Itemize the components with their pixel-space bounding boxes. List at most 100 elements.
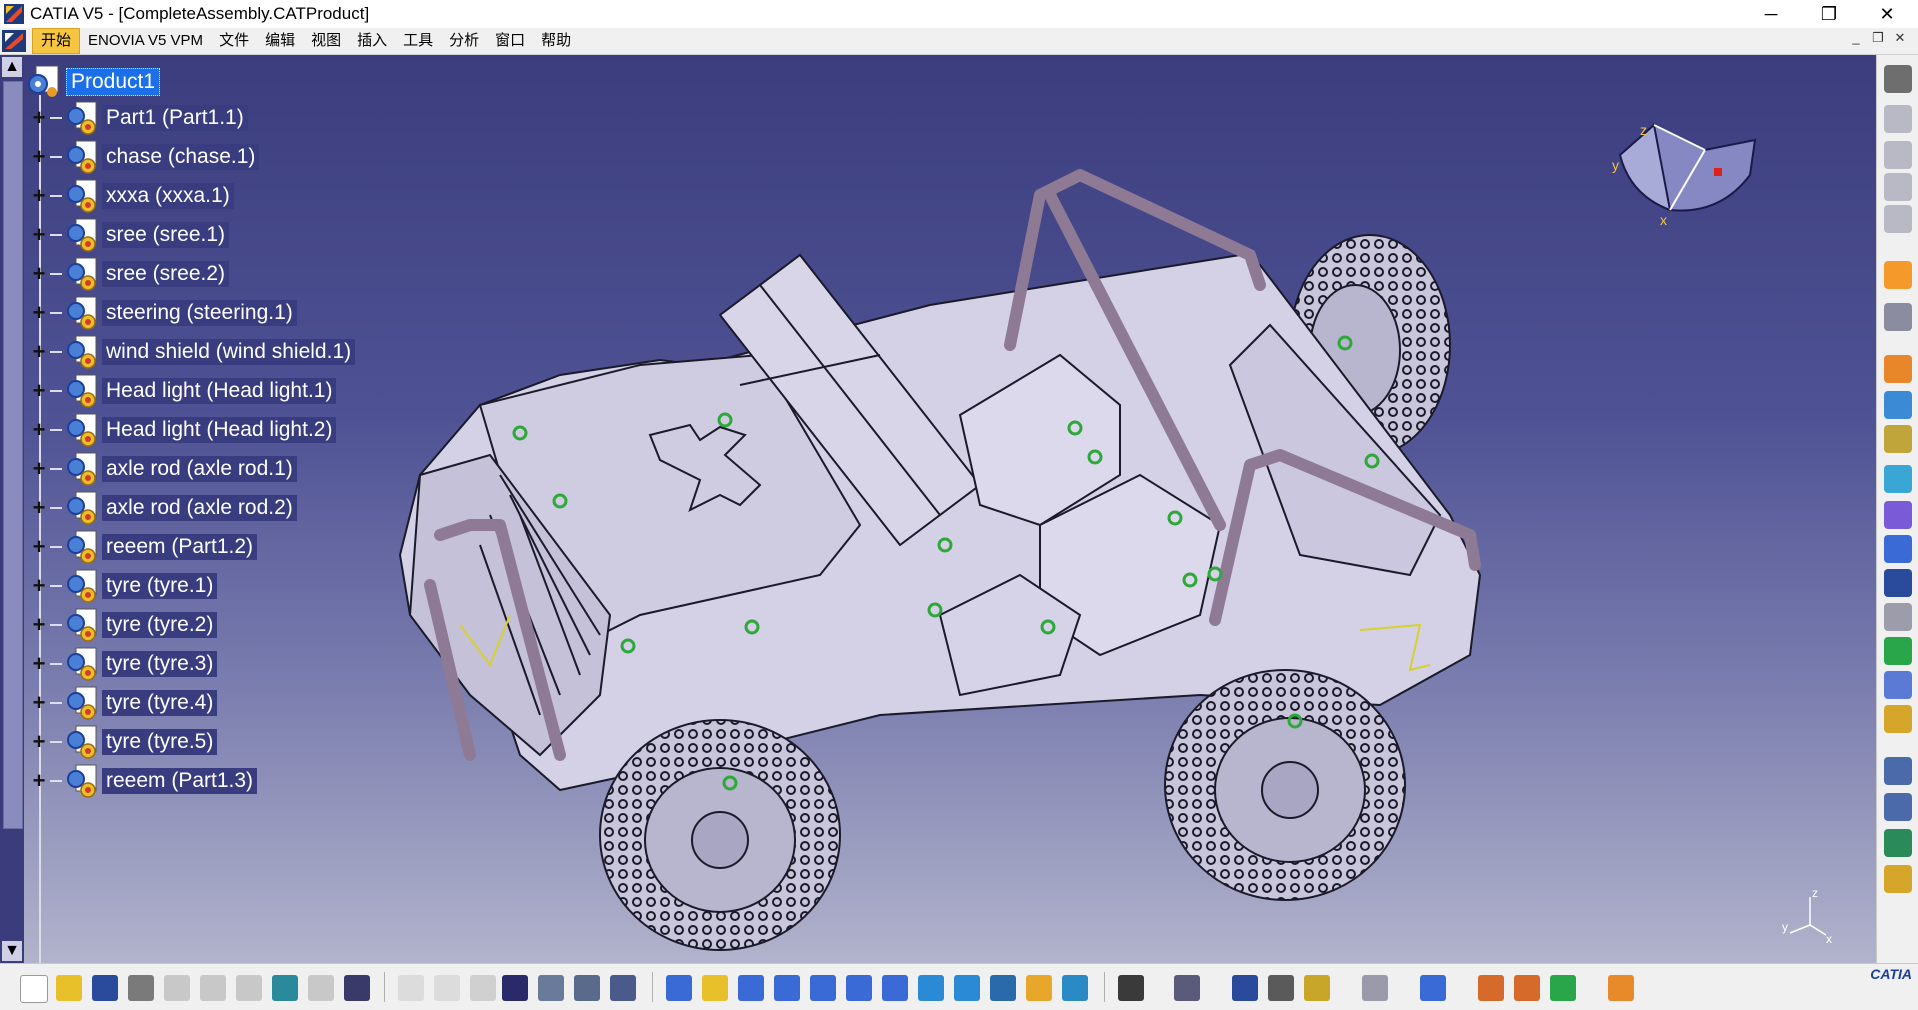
- expand-toggle[interactable]: +: [28, 612, 50, 638]
- expand-toggle[interactable]: +: [28, 144, 50, 170]
- gear-icon[interactable]: [1884, 355, 1912, 383]
- tree-item-label[interactable]: tyre (tyre.5): [102, 729, 218, 755]
- fly-icon[interactable]: [666, 975, 692, 1001]
- copy-icon[interactable]: [200, 975, 226, 1001]
- menu-tools[interactable]: 工具: [395, 29, 441, 53]
- snap-icon[interactable]: [1884, 501, 1912, 529]
- save-icon[interactable]: [92, 975, 118, 1001]
- tree-item-label[interactable]: reeem (Part1.2): [102, 534, 258, 560]
- assembly-gear-icon[interactable]: [1884, 65, 1912, 93]
- scroll-up-arrow[interactable]: ▲: [2, 57, 22, 77]
- tree-item[interactable]: + tyre (tyre.3): [28, 646, 218, 682]
- doc-minimize-button[interactable]: _: [1846, 30, 1866, 45]
- print-icon[interactable]: [128, 975, 154, 1001]
- expand-toggle[interactable]: +: [28, 222, 50, 248]
- normal-view-icon[interactable]: [882, 975, 908, 1001]
- fix-icon[interactable]: [1884, 829, 1912, 857]
- tree-item[interactable]: + reeem (Part1.2): [28, 529, 258, 565]
- weight-icon[interactable]: [1304, 975, 1330, 1001]
- rotate-icon[interactable]: [774, 975, 800, 1001]
- analysis-icon[interactable]: [1884, 757, 1912, 785]
- sheet-icon[interactable]: [1884, 173, 1912, 201]
- expand-toggle[interactable]: +: [28, 183, 50, 209]
- tree-item-label[interactable]: Head light (Head light.1): [102, 378, 337, 404]
- gear-icon[interactable]: [1884, 705, 1912, 733]
- tree-item[interactable]: + reeem (Part1.3): [28, 763, 258, 799]
- sheet-icon[interactable]: [1884, 205, 1912, 233]
- tree-item-label[interactable]: axle rod (axle rod.1): [102, 456, 297, 482]
- menu-enovia[interactable]: ENOVIA V5 VPM: [80, 29, 211, 53]
- new-icon[interactable]: [20, 975, 48, 1003]
- doc-close-button[interactable]: ✕: [1890, 30, 1910, 46]
- menu-window[interactable]: 窗口: [487, 29, 533, 53]
- tree-item-label[interactable]: tyre (tyre.1): [102, 573, 218, 599]
- tree-root-label[interactable]: Product1: [66, 68, 161, 96]
- expand-toggle[interactable]: +: [28, 768, 50, 794]
- tree-icon[interactable]: [538, 975, 564, 1001]
- redo-icon[interactable]: [308, 975, 334, 1001]
- menu-edit[interactable]: 编辑: [257, 29, 303, 53]
- replace-icon[interactable]: [1884, 465, 1912, 493]
- move-icon[interactable]: [1884, 303, 1912, 331]
- sheet-icon[interactable]: [1884, 141, 1912, 169]
- render-icon[interactable]: [990, 975, 1016, 1001]
- sphere-icon[interactable]: [1478, 975, 1504, 1001]
- doc-restore-button[interactable]: ❐: [1868, 30, 1888, 46]
- measure-icon[interactable]: [1232, 975, 1258, 1001]
- text-icon[interactable]: [1884, 603, 1912, 631]
- open-icon[interactable]: [56, 975, 82, 1001]
- expand-toggle[interactable]: +: [28, 690, 50, 716]
- refresh-icon[interactable]: [1362, 975, 1388, 1001]
- cube-view-icon[interactable]: [954, 975, 980, 1001]
- hide-icon[interactable]: [1026, 975, 1052, 1001]
- constraint-icon[interactable]: [1884, 535, 1912, 563]
- menu-start[interactable]: 开始: [32, 28, 81, 54]
- tree-item[interactable]: + wind shield (wind shield.1): [28, 334, 356, 370]
- catia-menu-icon[interactable]: [2, 30, 26, 52]
- tree-item-label[interactable]: Head light (Head light.2): [102, 417, 337, 443]
- tree-item[interactable]: + tyre (tyre.2): [28, 607, 218, 643]
- menu-insert[interactable]: 插入: [349, 29, 395, 53]
- table-icon[interactable]: [502, 975, 528, 1001]
- expand-toggle[interactable]: +: [28, 261, 50, 287]
- tree-item[interactable]: + steering (steering.1): [28, 295, 297, 331]
- paste-icon[interactable]: [236, 975, 262, 1001]
- rear-left-wheel[interactable]: [1164, 669, 1406, 901]
- tree-item[interactable]: + sree (sree.1): [28, 217, 230, 253]
- tree-item-label[interactable]: tyre (tyre.4): [102, 690, 218, 716]
- tree-item-label[interactable]: steering (steering.1): [102, 300, 297, 326]
- expand-toggle[interactable]: +: [28, 456, 50, 482]
- light-icon[interactable]: [470, 975, 496, 1001]
- tree-item-label[interactable]: xxxa (xxxa.1): [102, 183, 234, 209]
- list-icon[interactable]: [610, 975, 636, 1001]
- 3d-viewport[interactable]: ▲ ▼ Product1 + Part1 (Part1.1) + chase (…: [0, 55, 1876, 963]
- front-left-wheel[interactable]: [599, 719, 841, 951]
- tree-item-label[interactable]: sree (sree.1): [102, 222, 230, 248]
- comment-icon[interactable]: [434, 975, 460, 1001]
- swap-icon[interactable]: [1062, 975, 1088, 1001]
- restore-button[interactable]: ❐: [1806, 0, 1852, 28]
- layer-icon[interactable]: [1884, 637, 1912, 665]
- tree-item[interactable]: + axle rod (axle rod.1): [28, 451, 297, 487]
- expand-toggle[interactable]: +: [28, 573, 50, 599]
- expand-toggle[interactable]: +: [28, 534, 50, 560]
- tree-item-label[interactable]: tyre (tyre.2): [102, 612, 218, 638]
- menu-file[interactable]: 文件: [211, 29, 257, 53]
- tree-item-label[interactable]: tyre (tyre.3): [102, 651, 218, 677]
- formula-icon[interactable]: [398, 975, 424, 1001]
- sheet-icon[interactable]: [1884, 671, 1912, 699]
- tree-item[interactable]: + Part1 (Part1.1): [28, 100, 248, 136]
- catia-app-icon[interactable]: [4, 4, 24, 24]
- gear-icon[interactable]: [1884, 391, 1912, 419]
- tree-item-label[interactable]: Part1 (Part1.1): [102, 105, 248, 131]
- sphere-icon[interactable]: [1514, 975, 1540, 1001]
- tree-item-label[interactable]: chase (chase.1): [102, 144, 260, 170]
- menu-analyze[interactable]: 分析: [441, 29, 487, 53]
- help-icon[interactable]: [344, 975, 370, 1001]
- expand-toggle[interactable]: +: [28, 729, 50, 755]
- scroll-thumb[interactable]: [3, 81, 23, 829]
- menu-help[interactable]: 帮助: [533, 29, 579, 53]
- camera-icon[interactable]: [1118, 975, 1144, 1001]
- mass-icon[interactable]: [1268, 975, 1294, 1001]
- zoom-out-icon[interactable]: [846, 975, 872, 1001]
